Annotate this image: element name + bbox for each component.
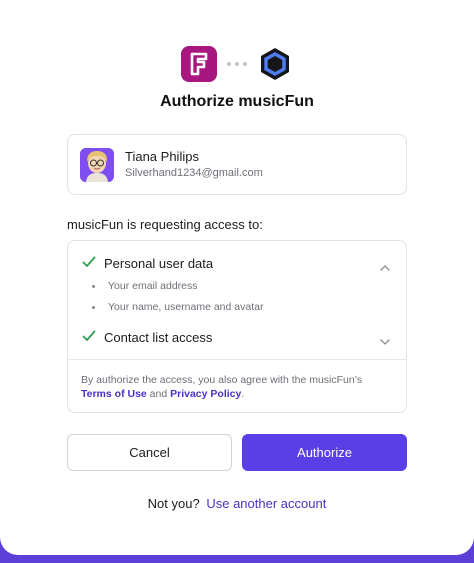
terms-text: By authorize the access, you also agree … bbox=[81, 374, 363, 400]
privacy-policy-link[interactable]: Privacy Policy bbox=[170, 388, 241, 400]
avatar bbox=[80, 147, 114, 182]
footer: Not you? Use another account bbox=[0, 496, 474, 511]
chevron-up-icon[interactable] bbox=[380, 258, 390, 276]
permission-contact-list[interactable]: Contact list access bbox=[68, 327, 406, 347]
account-card[interactable]: Tiana Philips Silverhand1234@gmail.com bbox=[67, 134, 407, 195]
request-label: musicFun is requesting access to: bbox=[67, 217, 263, 232]
account-email: Silverhand1234@gmail.com bbox=[125, 167, 263, 179]
bullet-icon bbox=[92, 305, 95, 309]
check-icon bbox=[82, 329, 96, 347]
chevron-down-icon[interactable] bbox=[380, 332, 390, 350]
provider-logo-icon bbox=[257, 46, 293, 82]
use-another-account-link[interactable]: Use another account bbox=[206, 496, 326, 511]
logo-row bbox=[0, 46, 474, 82]
authorize-button[interactable]: Authorize bbox=[242, 434, 407, 471]
permission-detail: Your name, username and avatar bbox=[92, 301, 263, 313]
permission-label: Contact list access bbox=[104, 329, 213, 345]
cancel-button[interactable]: Cancel bbox=[67, 434, 232, 471]
page-title: Authorize musicFun bbox=[160, 93, 314, 110]
divider bbox=[68, 359, 406, 360]
connection-dots-icon bbox=[227, 62, 247, 66]
account-name: Tiana Philips bbox=[125, 149, 199, 164]
permission-detail: Your email address bbox=[92, 280, 198, 292]
permission-label: Personal user data bbox=[104, 255, 214, 271]
check-icon bbox=[82, 255, 96, 273]
permissions-list: Personal user data Your email address Yo… bbox=[67, 240, 407, 413]
authorization-card: Authorize musicFun Tiana Philips Silverh… bbox=[0, 0, 474, 555]
musicfun-logo-icon bbox=[181, 46, 217, 82]
permission-personal-data[interactable]: Personal user data bbox=[68, 253, 406, 273]
terms-of-use-link[interactable]: Terms of Use bbox=[81, 388, 147, 400]
footer-prompt: Not you? bbox=[147, 496, 200, 511]
bullet-icon bbox=[92, 284, 95, 288]
